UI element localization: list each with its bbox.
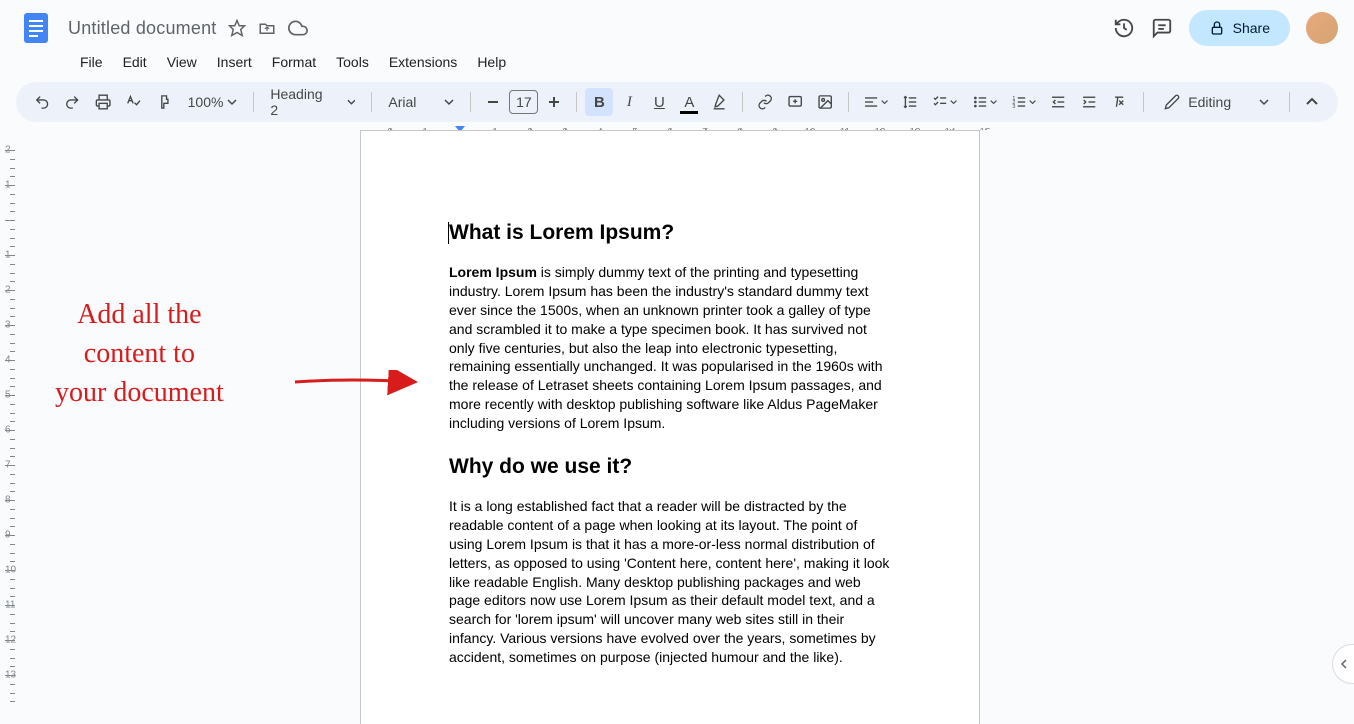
font-dropdown[interactable]: Arial <box>380 90 462 114</box>
menu-edit[interactable]: Edit <box>115 50 155 74</box>
history-icon[interactable] <box>1113 17 1135 39</box>
paragraph-2[interactable]: It is a long established fact that a rea… <box>449 497 891 667</box>
increase-font-button[interactable] <box>540 88 568 116</box>
separator <box>470 92 471 112</box>
redo-button[interactable] <box>58 88 86 116</box>
separator <box>848 92 849 112</box>
move-icon[interactable] <box>258 19 276 37</box>
menu-tools[interactable]: Tools <box>328 50 377 74</box>
separator <box>576 92 577 112</box>
undo-button[interactable] <box>28 88 56 116</box>
editing-mode-dropdown[interactable]: Editing <box>1152 88 1281 116</box>
separator <box>1143 92 1144 112</box>
heading-2[interactable]: Why do we use it? <box>449 455 891 479</box>
separator <box>371 92 372 112</box>
font-size-input[interactable]: 17 <box>509 90 538 114</box>
title-icons <box>228 18 308 38</box>
document-canvas[interactable]: What is Lorem Ipsum? Lorem Ipsum is simp… <box>20 130 1354 724</box>
heading-1[interactable]: What is Lorem Ipsum? <box>449 221 891 245</box>
star-icon[interactable] <box>228 19 246 37</box>
separator <box>1289 92 1290 112</box>
line-spacing-button[interactable] <box>896 88 924 116</box>
chevron-down-icon <box>227 97 237 107</box>
chevron-down-icon <box>444 97 454 107</box>
title-area: Untitled document <box>68 18 1101 39</box>
insert-link-button[interactable] <box>751 88 779 116</box>
numbered-list-button[interactable]: 123 <box>1005 88 1042 116</box>
menu-format[interactable]: Format <box>264 50 324 74</box>
decrease-indent-button[interactable] <box>1044 88 1072 116</box>
style-dropdown[interactable]: Heading 2 <box>262 82 363 122</box>
underline-button[interactable]: U <box>645 88 673 116</box>
checklist-button[interactable] <box>926 88 963 116</box>
vertical-ruler[interactable]: 2112345678910111213 <box>2 120 18 724</box>
collapse-toolbar-button[interactable] <box>1298 88 1326 116</box>
menu-insert[interactable]: Insert <box>209 50 260 74</box>
header-right: Share <box>1113 10 1338 46</box>
menu-view[interactable]: View <box>159 50 205 74</box>
annotation-text: Add all the content to your document <box>55 295 224 413</box>
avatar[interactable] <box>1306 12 1338 44</box>
lock-icon <box>1209 20 1225 36</box>
menu-bar: File Edit View Insert Format Tools Exten… <box>16 48 1338 82</box>
chevron-down-icon <box>1259 97 1269 107</box>
increase-indent-button[interactable] <box>1075 88 1103 116</box>
share-button[interactable]: Share <box>1189 10 1290 46</box>
bold-button[interactable]: B <box>585 88 613 116</box>
header-top: Untitled document Share <box>16 8 1338 48</box>
comment-icon[interactable] <box>1151 17 1173 39</box>
chevron-left-icon <box>1339 659 1349 669</box>
text-color-button[interactable]: A <box>675 88 703 116</box>
chevron-down-icon <box>347 97 356 107</box>
bulleted-list-button[interactable] <box>966 88 1003 116</box>
zoom-dropdown[interactable]: 100% <box>180 90 246 114</box>
menu-help[interactable]: Help <box>469 50 514 74</box>
spellcheck-button[interactable] <box>119 88 147 116</box>
toolbar: 100% Heading 2 Arial 17 B I U A 123 Edit… <box>16 82 1338 122</box>
separator <box>742 92 743 112</box>
menu-file[interactable]: File <box>72 50 111 74</box>
header: Untitled document Share File Edit View I… <box>0 0 1354 82</box>
paragraph-1[interactable]: Lorem Ipsum is simply dummy text of the … <box>449 263 891 433</box>
docs-logo[interactable] <box>16 8 56 48</box>
insert-comment-button[interactable] <box>781 88 809 116</box>
cloud-icon[interactable] <box>288 18 308 38</box>
italic-button[interactable]: I <box>615 88 643 116</box>
document-page[interactable]: What is Lorem Ipsum? Lorem Ipsum is simp… <box>360 130 980 724</box>
annotation-arrow <box>290 370 430 400</box>
menu-extensions[interactable]: Extensions <box>381 50 465 74</box>
decrease-font-button[interactable] <box>479 88 507 116</box>
align-button[interactable] <box>857 88 894 116</box>
print-button[interactable] <box>89 88 117 116</box>
share-label: Share <box>1233 20 1270 36</box>
separator <box>253 92 254 112</box>
pencil-icon <box>1164 94 1180 110</box>
svg-text:3: 3 <box>1012 104 1015 110</box>
highlight-button[interactable] <box>705 88 733 116</box>
clear-format-button[interactable] <box>1105 88 1133 116</box>
paint-format-button[interactable] <box>149 88 177 116</box>
document-title[interactable]: Untitled document <box>68 18 216 39</box>
insert-image-button[interactable] <box>811 88 839 116</box>
